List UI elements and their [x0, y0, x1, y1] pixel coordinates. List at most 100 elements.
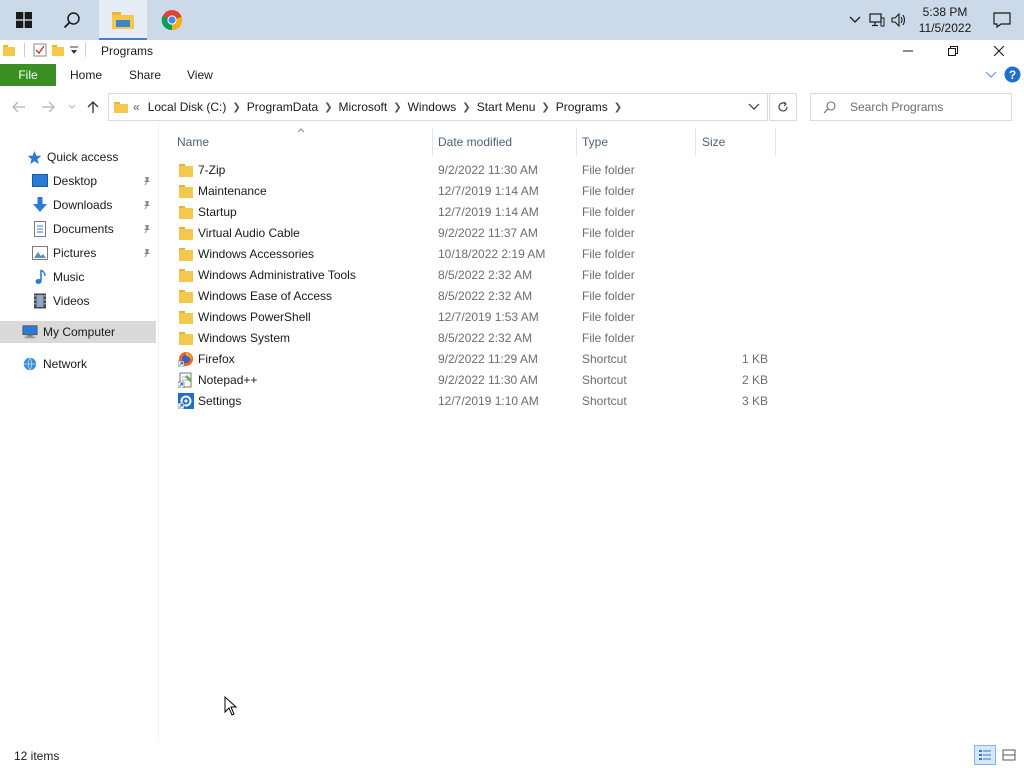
breadcrumb-start-menu[interactable]: Start Menu [477, 100, 536, 114]
column-header-name[interactable]: Name [177, 128, 209, 156]
folder-icon [178, 267, 194, 283]
nav-desktop[interactable]: Desktop [0, 170, 156, 192]
file-type: Shortcut [582, 394, 627, 408]
nav-documents[interactable]: Documents [0, 218, 156, 240]
table-row[interactable]: Windows Ease of Access 8/5/2022 2:32 AM Fi… [168, 286, 778, 307]
pin-icon[interactable] [142, 199, 152, 213]
table-row[interactable]: Windows System 8/5/2022 2:32 AM File folde… [168, 328, 778, 349]
close-button[interactable] [976, 40, 1022, 62]
breadcrumb-microsoft[interactable]: Microsoft [339, 100, 388, 114]
system-tray: 5:38 PM 11/5/2022 [844, 0, 1024, 40]
chevron-right-icon[interactable]: ❯ [324, 102, 332, 113]
address-bar[interactable]: « Local Disk (C:) ❯ ProgramData ❯ Micros… [108, 93, 768, 121]
table-row[interactable]: Virtual Audio Cable 9/2/2022 11:37 AM File… [168, 223, 778, 244]
table-row[interactable]: Startup 12/7/2019 1:14 AM File folder [168, 202, 778, 223]
chevron-up-icon[interactable] [844, 0, 866, 40]
column-divider[interactable] [432, 128, 433, 156]
column-divider[interactable] [576, 128, 577, 156]
nav-documents-label: Documents [53, 222, 114, 236]
file-name: 7-Zip [198, 163, 226, 177]
address-row: « Local Disk (C:) ❯ ProgramData ❯ Micros… [0, 92, 1024, 122]
file-type: File folder [582, 289, 635, 303]
clock-time: 5:38 PM [922, 5, 968, 19]
nav-network[interactable]: Network [0, 353, 156, 375]
table-row[interactable]: Maintenance 12/7/2019 1:14 AM File folder [168, 181, 778, 202]
file-type: Shortcut [582, 352, 627, 366]
breadcrumb-local-disk[interactable]: Local Disk (C:) [148, 100, 227, 114]
forward-button[interactable] [38, 98, 58, 116]
table-row[interactable]: Windows Accessories 10/18/2022 2:19 AM Fil… [168, 244, 778, 265]
up-button[interactable] [83, 98, 103, 116]
column-divider[interactable] [695, 128, 696, 156]
chrome-icon [161, 10, 182, 31]
column-header-date[interactable]: Date modified [438, 128, 512, 156]
minimize-button[interactable] [885, 40, 931, 62]
mouse-pointer-icon [224, 696, 238, 716]
file-date: 12/7/2019 1:10 AM [438, 394, 539, 408]
tab-file[interactable]: File [0, 64, 56, 86]
pane-divider[interactable] [158, 122, 159, 742]
pin-icon[interactable] [142, 223, 152, 237]
details-view-button[interactable] [974, 745, 996, 765]
recent-locations-button[interactable] [62, 98, 82, 116]
notification-button[interactable] [980, 0, 1024, 40]
refresh-button[interactable] [769, 93, 797, 121]
breadcrumb-overflow[interactable]: « [133, 100, 140, 114]
file-explorer-icon [112, 12, 134, 29]
search-input[interactable]: Search Programs [850, 100, 943, 114]
notification-icon [993, 12, 1011, 28]
tab-share[interactable]: Share [129, 68, 161, 82]
breadcrumb-windows[interactable]: Windows [408, 100, 457, 114]
clock[interactable]: 5:38 PM 11/5/2022 [910, 4, 980, 36]
search-box[interactable]: Search Programs [810, 93, 1012, 121]
large-icons-view-button[interactable] [998, 745, 1020, 765]
help-icon[interactable]: ? [1004, 66, 1021, 86]
chrome-taskbar-button[interactable] [148, 0, 196, 40]
nav-videos[interactable]: Videos [0, 290, 156, 312]
file-explorer-taskbar-button[interactable] [99, 0, 147, 40]
file-date: 9/2/2022 11:30 AM [438, 163, 538, 177]
chevron-right-icon[interactable]: ❯ [462, 102, 470, 113]
volume-icon[interactable] [888, 0, 910, 40]
nav-downloads[interactable]: Downloads [0, 194, 156, 216]
table-row[interactable]: 7-Zip 9/2/2022 11:30 AM File folder [168, 160, 778, 181]
address-dropdown-button[interactable] [741, 93, 767, 121]
table-row[interactable]: Windows Administrative Tools 8/5/2022 2:3… [168, 265, 778, 286]
properties-icon[interactable] [33, 43, 47, 57]
clock-date: 11/5/2022 [918, 21, 972, 35]
column-header-type[interactable]: Type [582, 128, 608, 156]
tab-home[interactable]: Home [70, 68, 102, 82]
settings-icon [177, 393, 194, 410]
chevron-right-icon[interactable]: ❯ [393, 102, 401, 113]
pin-icon[interactable] [142, 247, 152, 261]
nav-my-computer[interactable]: My Computer [0, 321, 156, 343]
chevron-right-icon[interactable]: ❯ [541, 102, 549, 113]
chevron-right-icon[interactable]: ❯ [614, 102, 622, 113]
file-type: File folder [582, 247, 635, 261]
start-button[interactable] [0, 0, 48, 40]
column-header-size[interactable]: Size [702, 128, 725, 156]
back-button[interactable] [9, 98, 29, 116]
expand-ribbon-icon[interactable] [985, 69, 997, 83]
nav-quick-access[interactable]: Quick access [0, 146, 156, 168]
table-row[interactable]: Settings 12/7/2019 1:10 AM Shortcut 3 KB [168, 391, 778, 412]
restore-button[interactable] [930, 40, 976, 62]
column-divider[interactable] [775, 128, 776, 156]
network-tray-icon[interactable] [866, 0, 888, 40]
back-arrow-icon [12, 101, 25, 113]
breadcrumb-programdata[interactable]: ProgramData [247, 100, 318, 114]
window-title: Programs [101, 44, 154, 58]
pin-icon[interactable] [142, 175, 152, 189]
file-name: Windows Ease of Access [198, 289, 333, 303]
nav-music[interactable]: Music [0, 266, 156, 288]
search-taskbar-button[interactable] [48, 0, 96, 40]
table-row[interactable]: Firefox 9/2/2022 11:29 AM Shortcut 1 KB [168, 349, 778, 370]
nav-pictures[interactable]: Pictures [0, 242, 156, 264]
customize-toolbar-icon[interactable] [69, 43, 79, 57]
table-row[interactable]: Notepad++ 9/2/2022 11:30 AM Shortcut 2 KB [168, 370, 778, 391]
tab-view[interactable]: View [187, 68, 213, 82]
new-folder-icon[interactable] [51, 43, 65, 57]
chevron-right-icon[interactable]: ❯ [232, 102, 240, 113]
breadcrumb-programs[interactable]: Programs [556, 100, 608, 114]
table-row[interactable]: Windows PowerShell 12/7/2019 1:53 AM File … [168, 307, 778, 328]
